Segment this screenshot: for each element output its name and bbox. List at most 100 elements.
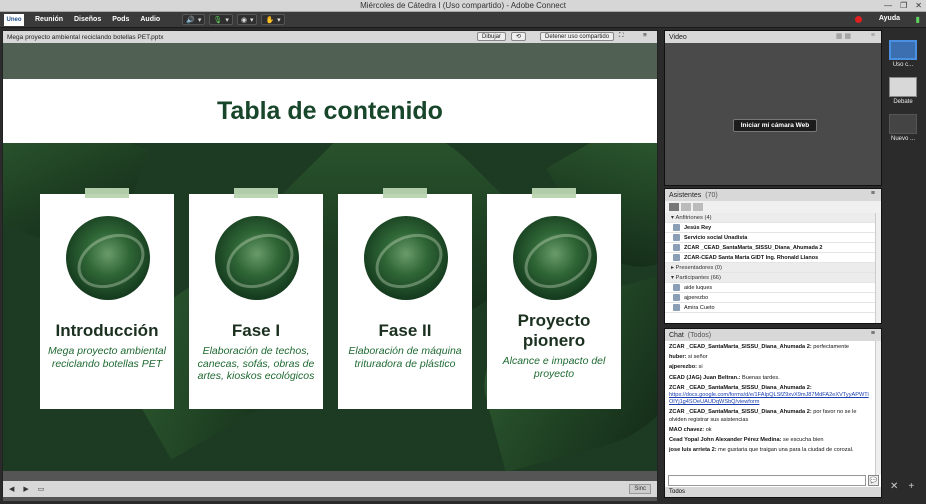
- menu-disenos[interactable]: Diseños: [74, 16, 101, 23]
- chat-title: Chat: [669, 331, 684, 339]
- leaf-photo: [513, 216, 597, 300]
- microphone-icon: 🎙: [213, 16, 223, 24]
- card-subtitle: Elaboración de máquina trituradora de pl…: [348, 345, 462, 370]
- card-title: Fase I: [231, 321, 281, 340]
- hand-icon: ✋: [265, 16, 275, 24]
- video-area: Iniciar mi cámara Web: [665, 43, 881, 185]
- tape-decoration: [234, 188, 278, 198]
- breakout-icon[interactable]: [681, 203, 691, 211]
- layouts-rail: Uso c... Debate Nuevo ... ✕ +: [884, 30, 926, 498]
- card-title: Introducción: [55, 321, 159, 340]
- menu-pods[interactable]: Pods: [112, 16, 129, 23]
- webcam-toggle[interactable]: ◉ ▾: [236, 14, 258, 25]
- microphone-toggle[interactable]: 🎙 ▾: [209, 14, 233, 25]
- sync-button[interactable]: Sinc: [629, 484, 651, 494]
- share-options-button[interactable]: ⟲: [511, 32, 527, 41]
- attendees-count: (70): [705, 191, 718, 199]
- attendee-row[interactable]: aide luques: [665, 283, 881, 293]
- add-layout-icon[interactable]: +: [908, 481, 914, 492]
- menu-reunion[interactable]: Reunión: [35, 16, 63, 23]
- pod-menu-icon[interactable]: ≡: [871, 32, 875, 39]
- attendees-pod: Asistentes (70) ≡ ▾ Anfitriones (4) Jesú…: [664, 188, 882, 324]
- leaf-photo: [215, 216, 299, 300]
- layout-uso-compartido[interactable]: Uso c...: [888, 40, 918, 68]
- menu-audio[interactable]: Audio: [140, 16, 160, 23]
- card-title: Proyecto pionero: [517, 311, 591, 350]
- window-title: Miércoles de Cátedra I (Uso compartido) …: [360, 1, 566, 10]
- chat-message: MAO chavez: ok: [669, 426, 712, 433]
- tab-todos[interactable]: Todos: [669, 489, 685, 495]
- presenters-group[interactable]: ▸ Presentadores (0): [665, 263, 881, 273]
- attendees-title: Asistentes: [669, 191, 702, 199]
- pod-menu-icon[interactable]: ≡: [871, 190, 875, 197]
- video-header: Video ▦ ▦ ≡: [665, 31, 881, 43]
- content-card: Proyecto pionero Alcance e impacto del p…: [487, 188, 621, 409]
- chat-scrollbar[interactable]: [875, 341, 881, 475]
- webcam-icon: ◉: [240, 16, 247, 24]
- attendee-row[interactable]: ZCAR _CEAD_SantaMarta_SISSU_Diana_Ahumad…: [665, 243, 881, 253]
- draw-button[interactable]: Dibujar: [477, 32, 507, 41]
- close-icon[interactable]: ✕: [915, 1, 922, 10]
- speech-bubble-icon: 💬: [869, 478, 878, 484]
- minimize-icon[interactable]: —: [884, 1, 892, 10]
- speaker-toggle[interactable]: 🔊 ▾: [182, 14, 206, 25]
- leaf-photo: [364, 216, 448, 300]
- attendees-scrollbar[interactable]: [875, 213, 881, 323]
- chat-message: ZCAR _CEAD_SantaMarta_SISSU_Diana_Ahumad…: [669, 409, 857, 423]
- chat-tabs: Todos: [665, 487, 881, 497]
- attendee-row[interactable]: Jesús Rey: [665, 223, 881, 233]
- raise-hand-toggle[interactable]: ✋ ▾: [261, 14, 285, 25]
- grid-view-icon[interactable]: ▦ ▦: [836, 32, 851, 40]
- participant-icon: [673, 294, 680, 301]
- menu-bar: Uneo Reunión Diseños Pods Audio 🔊 ▾ 🎙 ▾ ◉ ▾…: [0, 12, 926, 28]
- card-subtitle: Elaboración de techos, canecas, sofás, o…: [197, 345, 315, 382]
- attendees-header: Asistentes (70) ≡: [665, 189, 881, 201]
- slide-title: Tabla de contenido: [217, 96, 443, 125]
- chevron-down-icon: ▾: [277, 16, 281, 24]
- participants-group[interactable]: ▾ Participantes (66): [665, 273, 881, 283]
- attendee-row[interactable]: Amira Cueto: [665, 303, 881, 313]
- title-bar: Miércoles de Cátedra I (Uso compartido) …: [0, 0, 926, 12]
- chat-message: CEAD (JAG) Juan Beltran.: Buenas tardes.: [669, 374, 780, 381]
- pod-menu-icon[interactable]: ≡: [871, 330, 875, 337]
- send-button[interactable]: 💬: [868, 475, 879, 486]
- host-icon: [673, 224, 680, 231]
- tape-decoration: [383, 188, 427, 198]
- chevron-down-icon: ▾: [225, 16, 229, 24]
- participant-icon: [673, 304, 680, 311]
- stop-sharing-button[interactable]: Detener uso compartido: [540, 32, 615, 41]
- chat-link[interactable]: https://docs.google.com/forms/d/e/1FAIpQ…: [669, 392, 869, 405]
- card-subtitle: Mega proyecto ambiental reciclando botel…: [48, 345, 166, 370]
- chat-pod: Chat (Todos) ≡ ZCAR _CEAD_SantaMarta_SIS…: [664, 328, 882, 498]
- thumbnails-icon[interactable]: ▭: [38, 485, 45, 493]
- layout-debate[interactable]: Debate: [888, 77, 918, 105]
- chat-message: huber: si señor: [669, 354, 708, 361]
- share-header: Mega proyecto ambiental reciclando botel…: [3, 31, 657, 43]
- participant-icon: [673, 284, 680, 291]
- chevron-down-icon: ▾: [249, 16, 254, 24]
- hosts-group[interactable]: ▾ Anfitriones (4): [665, 213, 881, 223]
- chat-message: jose luis arrieta 2: me gustaria que tra…: [669, 447, 854, 454]
- chat-input[interactable]: [668, 475, 866, 486]
- layout-thumbnail: [889, 114, 917, 134]
- sort-icon[interactable]: [693, 203, 703, 211]
- video-pod: Video ▦ ▦ ≡ Iniciar mi cámara Web: [664, 30, 882, 186]
- help-menu[interactable]: Ayuda: [879, 15, 900, 22]
- prev-slide-icon[interactable]: ◀: [9, 485, 14, 493]
- start-webcam-button[interactable]: Iniciar mi cámara Web: [733, 119, 817, 132]
- attendee-row[interactable]: ajperezbo: [665, 293, 881, 303]
- attendee-row[interactable]: ZCAR-CEAD Santa Marta GIDT Ing. Rhonald …: [665, 253, 881, 263]
- attendee-row[interactable]: Servicio social Unadista: [665, 233, 881, 243]
- pod-menu-icon[interactable]: ≡: [643, 32, 647, 39]
- next-slide-icon[interactable]: ▶: [23, 485, 28, 493]
- connection-signal-icon: ▮: [915, 15, 920, 24]
- list-view-icon[interactable]: [669, 203, 679, 211]
- chevron-down-icon: ▾: [197, 16, 202, 24]
- fullscreen-icon[interactable]: ⛶: [619, 32, 624, 40]
- app-logo: Uneo: [4, 13, 24, 26]
- restore-icon[interactable]: ❐: [900, 1, 907, 10]
- layout-nuevo[interactable]: Nuevo ...: [888, 114, 918, 142]
- pin-icon[interactable]: ✕: [890, 481, 898, 492]
- chat-message: ZCAR _CEAD_SantaMarta_SISSU_Diana_Ahumad…: [669, 384, 869, 406]
- chat-messages: ZCAR _CEAD_SantaMarta_SISSU_Diana_Ahumad…: [665, 341, 873, 475]
